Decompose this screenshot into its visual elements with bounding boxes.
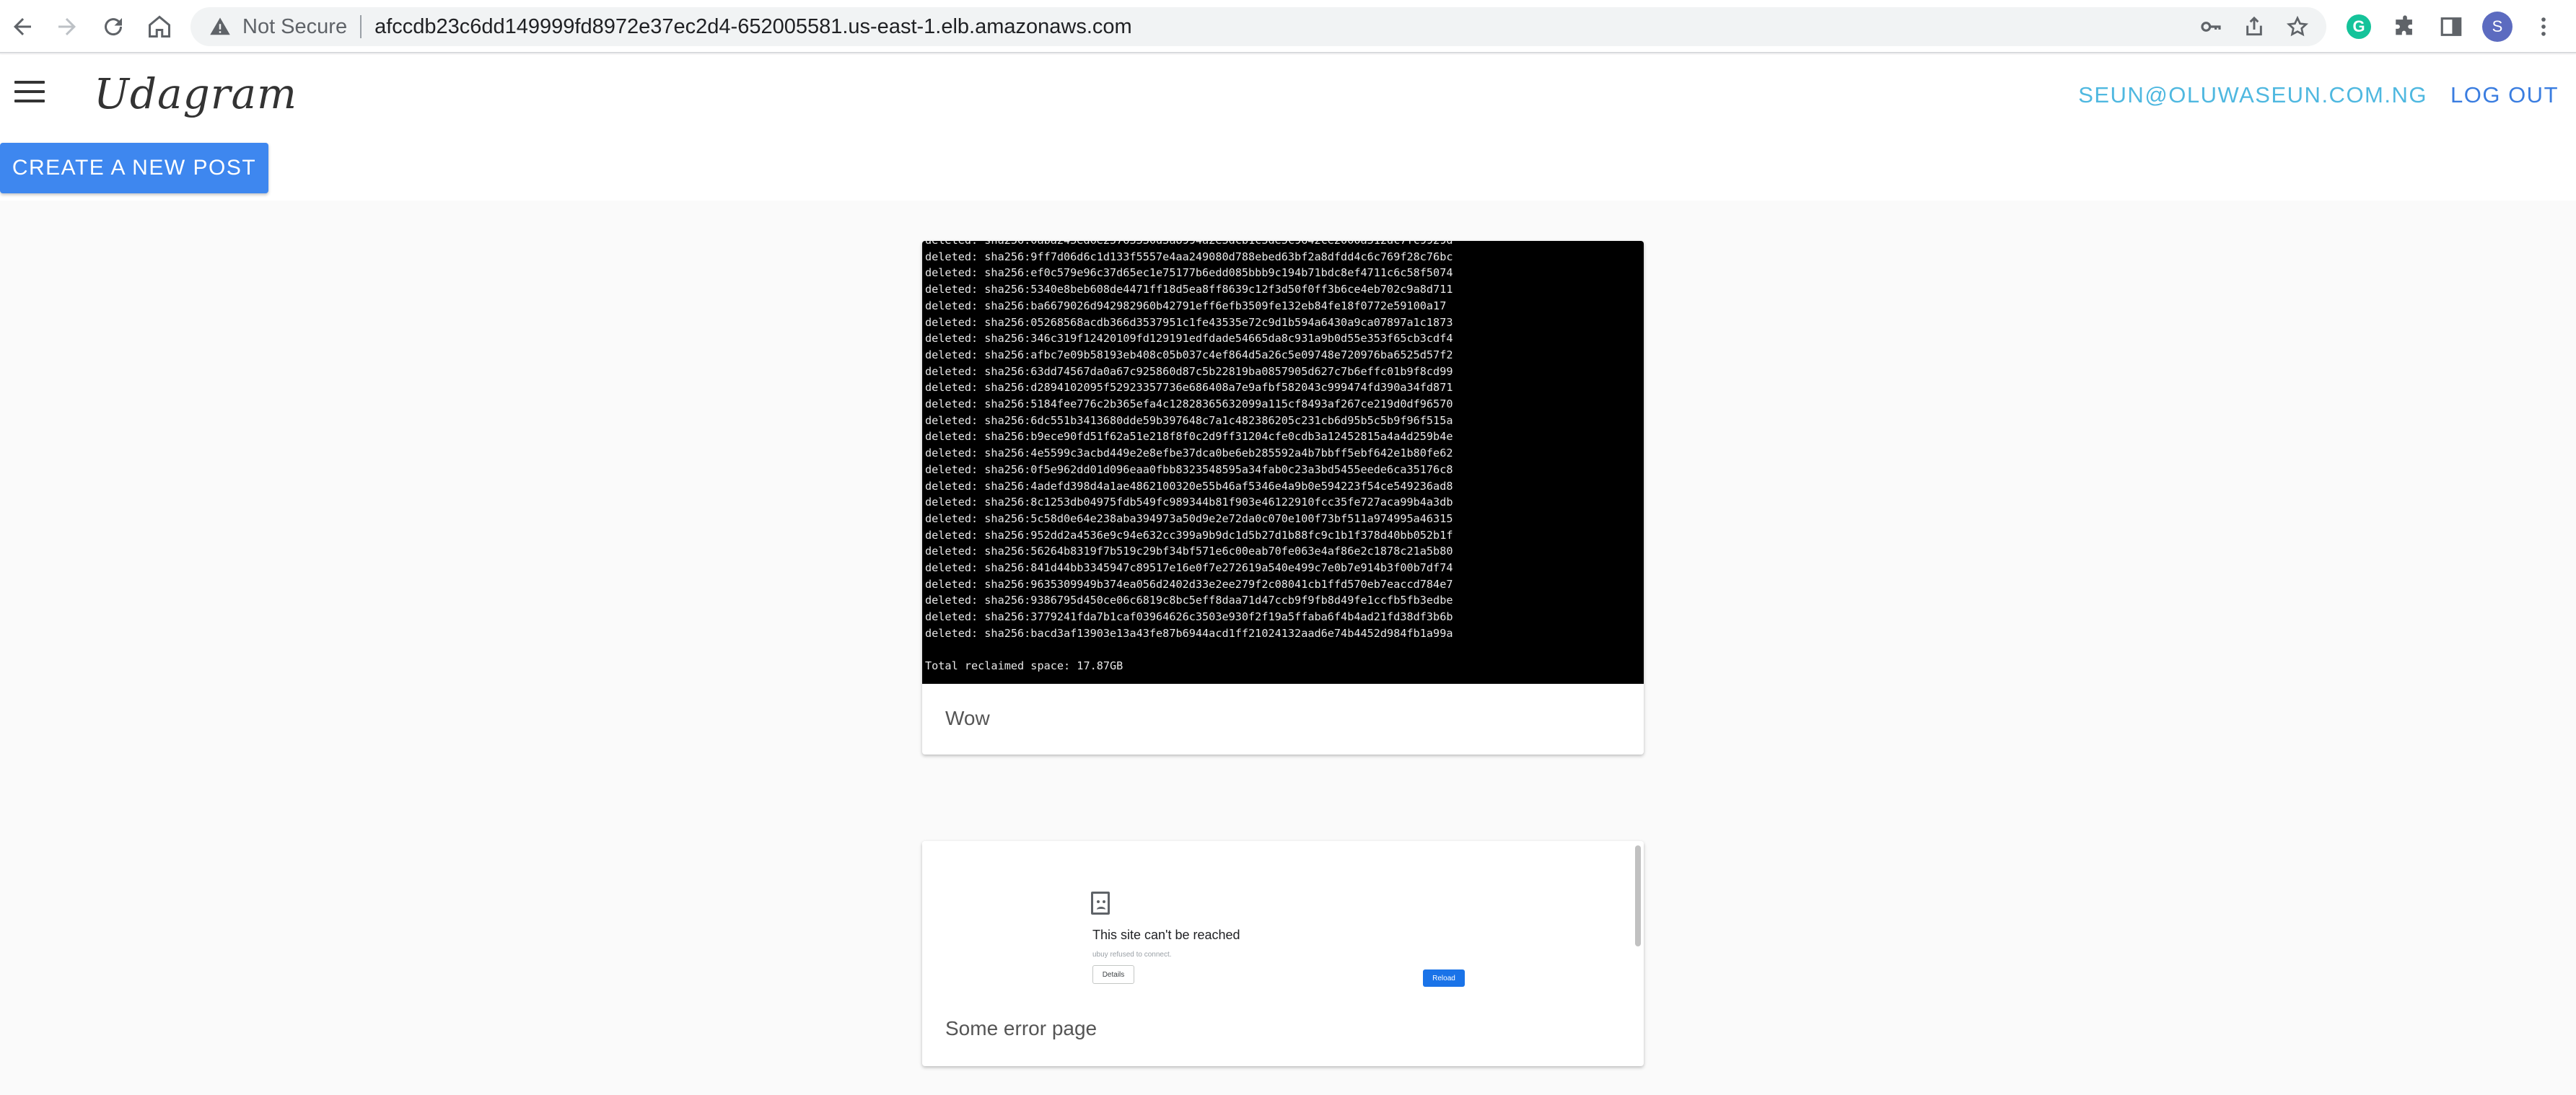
logout-button[interactable]: LOG OUT — [2450, 82, 2559, 108]
terminal-line: deleted: sha256:5184fee776c2b365efa4c128… — [925, 397, 1453, 411]
error-reload-button: Reload — [1423, 969, 1465, 987]
feed-item: deleted: sha256:0aba243ed6e25763330d3a89… — [922, 241, 1644, 755]
grammarly-extension[interactable]: G — [2341, 9, 2377, 45]
terminal-line: deleted: sha256:0aba243ed6e25763330d3a89… — [925, 241, 1641, 249]
avatar: S — [2482, 12, 2513, 42]
hamburger-menu-icon[interactable] — [14, 81, 45, 107]
reload-button[interactable] — [95, 9, 131, 45]
chrome-menu-button[interactable] — [2525, 9, 2562, 45]
sad-document-icon — [1091, 892, 1110, 915]
terminal-line: deleted: sha256:0f5e962dd01d096eaa0fbb83… — [925, 462, 1453, 476]
forward-button[interactable] — [49, 9, 85, 45]
address-bar[interactable]: Not Secure afccdb23c6dd149999fd8972e37ec… — [190, 7, 2326, 46]
home-icon — [149, 15, 170, 38]
profile-button[interactable]: S — [2479, 9, 2515, 45]
terminal-line: deleted: sha256:5c58d0e64e238aba394973a5… — [925, 511, 1453, 525]
terminal-line: deleted: sha256:d2894102095f52923357736e… — [925, 381, 1453, 395]
terminal-line: deleted: sha256:9ff7d06d6c1d133f5557e4aa… — [925, 250, 1453, 263]
more-vert-icon — [2541, 17, 2546, 36]
user-email-link[interactable]: SEUN@OLUWASEUN.COM.NG — [2078, 82, 2427, 108]
terminal-line: deleted: sha256:841d44bb3345947c89517e16… — [925, 561, 1453, 575]
error-details-button: Details — [1092, 965, 1134, 984]
puzzle-icon — [2396, 15, 2412, 35]
app-header: Udagram SEUN@OLUWASEUN.COM.NG LOG OUT — [0, 55, 2576, 136]
home-button[interactable] — [141, 9, 178, 45]
brand-logo[interactable]: Udagram — [94, 69, 297, 118]
feed-item: This site can't be reached ubuy refused … — [922, 841, 1644, 1066]
arrow-right-icon — [58, 18, 76, 35]
create-post-button[interactable]: CREATE A NEW POST — [0, 143, 268, 193]
terminal-line: deleted: sha256:952dd2a4536e9c94e632cc39… — [925, 528, 1453, 542]
share-icon[interactable] — [2243, 15, 2266, 38]
terminal-line: deleted: sha256:afbc7e09b58193eb408c05b0… — [925, 348, 1453, 361]
reload-icon — [105, 18, 123, 36]
image-scrollbar — [1635, 845, 1641, 946]
not-secure-label: Not Secure — [242, 14, 348, 38]
warning-icon — [210, 17, 230, 35]
terminal-output: deleted: sha256:0aba243ed6e25763330d3a89… — [925, 241, 1641, 642]
terminal-line: deleted: sha256:6dc551b3413680dde59b3976… — [925, 413, 1453, 427]
url-text[interactable]: afccdb23c6dd149999fd8972e37ec2d4-6520055… — [374, 15, 1132, 39]
grammarly-icon: G — [2347, 14, 2371, 39]
post-image-error-page: This site can't be reached ubuy refused … — [922, 841, 1644, 995]
extensions-button[interactable] — [2387, 9, 2423, 45]
side-panel-icon — [2440, 17, 2462, 36]
terminal-line: deleted: sha256:3779241fda7b1caf03964626… — [925, 610, 1453, 624]
terminal-line: deleted: sha256:8c1253db04975fdb549fc989… — [925, 496, 1453, 509]
address-divider — [360, 15, 362, 38]
terminal-line: deleted: sha256:4e5599c3acbd449e2e8efbe3… — [925, 447, 1453, 460]
terminal-line: deleted: sha256:4adefd398d4a1ae486210032… — [925, 479, 1453, 493]
post-image-terminal: deleted: sha256:0aba243ed6e25763330d3a89… — [922, 241, 1644, 684]
star-icon[interactable] — [2286, 15, 2309, 38]
error-title: This site can't be reached — [1092, 928, 1240, 942]
post-caption: Some error page — [945, 1017, 1098, 1039]
arrow-left-icon — [14, 18, 31, 35]
terminal-line: deleted: sha256:bacd3af13903e13a43fe87b6… — [925, 626, 1453, 640]
error-subtitle: ubuy refused to connect. — [1092, 951, 1172, 959]
terminal-line: deleted: sha256:5340e8beb608de4471ff18d5… — [925, 283, 1453, 296]
back-button[interactable] — [4, 9, 40, 45]
terminal-total-line: Total reclaimed space: 17.87GB — [925, 659, 1123, 673]
browser-toolbar: Not Secure afccdb23c6dd149999fd8972e37ec… — [0, 0, 2576, 53]
key-icon[interactable] — [2199, 15, 2222, 38]
terminal-line: deleted: sha256:9635309949b374ea056d2402… — [925, 577, 1453, 591]
terminal-line: deleted: sha256:56264b8319f7b519c29bf34b… — [925, 545, 1453, 558]
terminal-line: deleted: sha256:b9ece90fd51f62a51e218f8f… — [925, 430, 1453, 444]
side-panel-button[interactable] — [2433, 9, 2469, 45]
create-post-bar: CREATE A NEW POST — [0, 136, 2576, 201]
terminal-line: deleted: sha256:05268568acdb366d3537951c… — [925, 315, 1453, 329]
terminal-line: deleted: sha256:ef0c579e96c37d65ec1e7517… — [925, 266, 1453, 280]
terminal-line: deleted: sha256:63dd74567da0a67c925860d8… — [925, 364, 1453, 378]
post-caption: Wow — [945, 707, 990, 729]
terminal-line: deleted: sha256:ba6679026d942982960b4279… — [925, 299, 1447, 312]
terminal-line: deleted: sha256:346c319f12420109fd129191… — [925, 332, 1453, 346]
terminal-line: deleted: sha256:9386795d450ce06c6819c8bc… — [925, 594, 1453, 607]
